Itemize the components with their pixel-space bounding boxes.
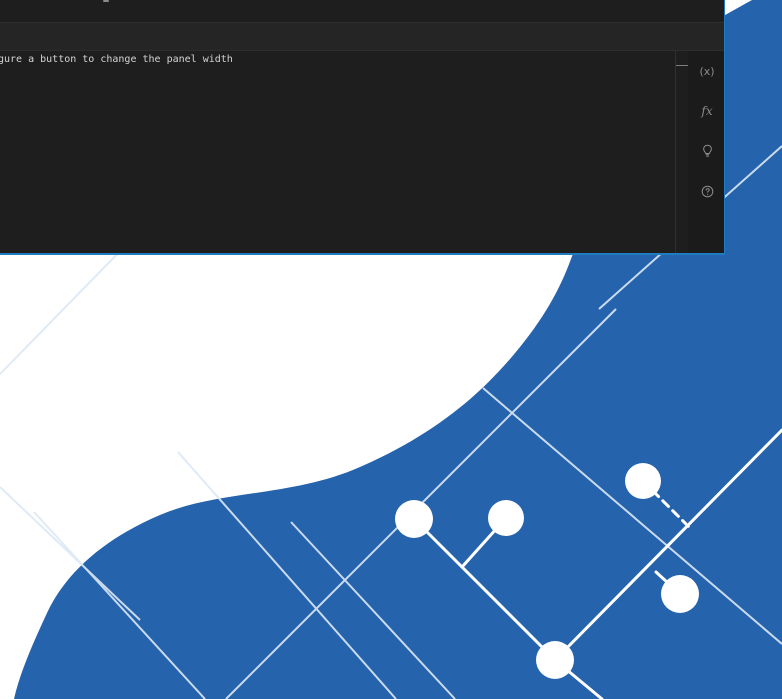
help-button[interactable] [696,180,718,202]
cursor-marker-icon [103,0,109,2]
editor-sidebar-tools: (x) fx [688,51,724,253]
variables-icon: (x) [699,64,715,78]
code-editor[interactable]: gure a button to change the panel width [0,51,675,253]
help-icon [701,185,713,197]
hints-button[interactable] [696,140,718,162]
variables-button[interactable]: (x) [696,60,718,82]
editor-top-bar [0,0,724,23]
editor-scrollbar[interactable] [675,51,688,253]
code-line[interactable]: gure a button to change the panel width [0,53,233,66]
editor-panel: gure a button to change the panel width … [0,0,725,255]
functions-button[interactable]: fx [696,100,718,122]
desktop-stage: gure a button to change the panel width … [0,0,782,699]
function-icon: fx [701,104,713,118]
scrollbar-thumb-marker[interactable] [676,65,688,66]
panel-header [0,23,724,51]
lightbulb-icon [702,144,712,157]
